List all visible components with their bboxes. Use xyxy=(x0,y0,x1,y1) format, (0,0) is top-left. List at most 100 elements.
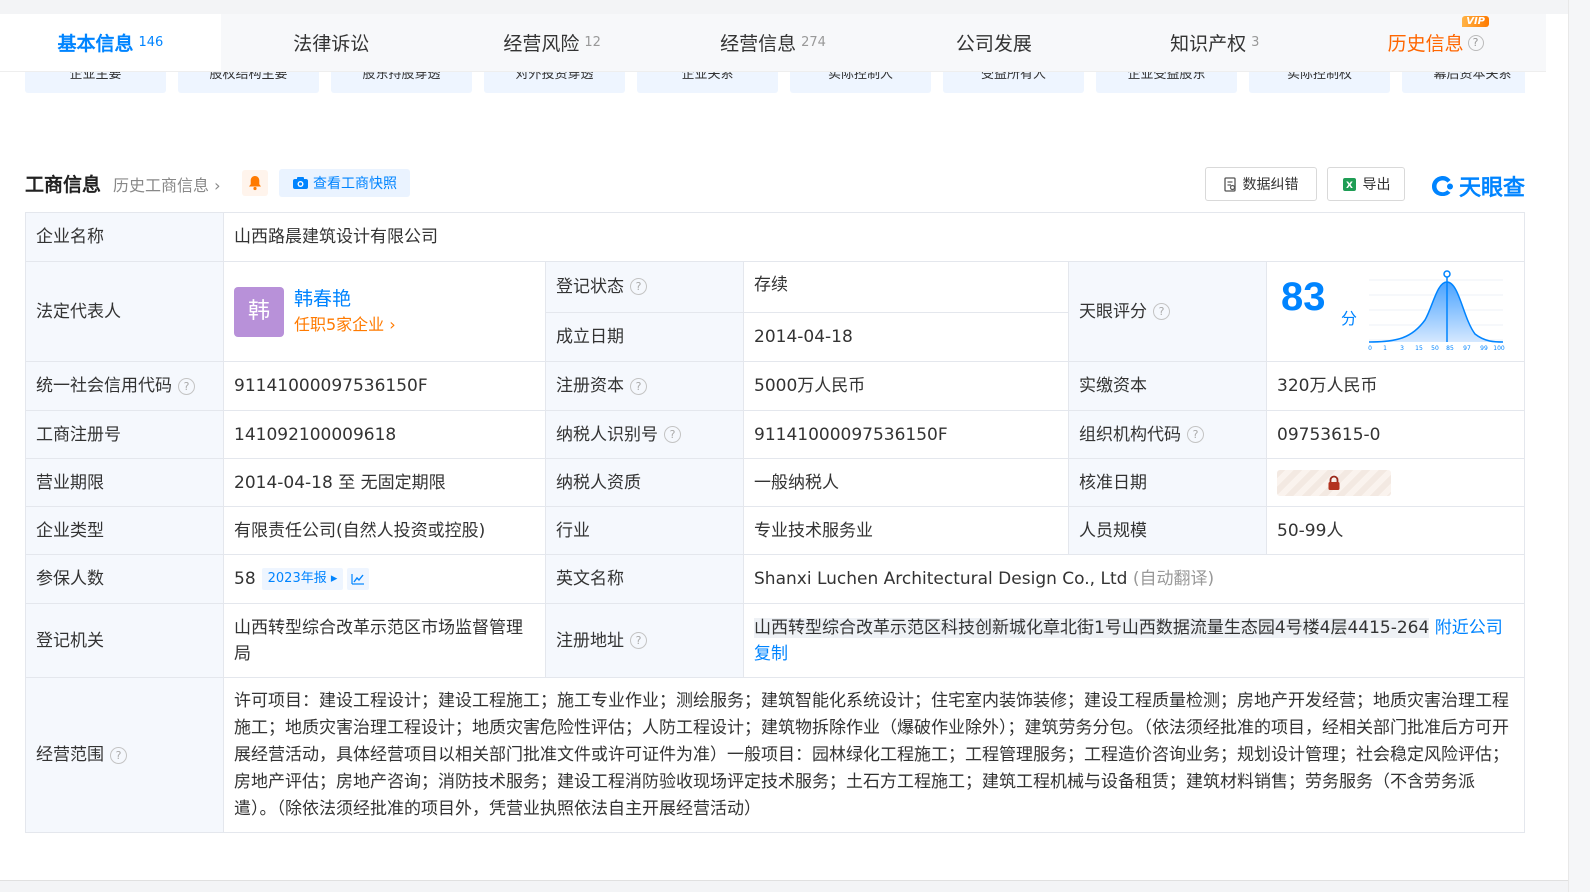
copy-link[interactable]: 复制 xyxy=(754,644,788,664)
insured-cell: 58 2023年报 ▸ xyxy=(223,554,546,604)
score-label-cell: 天眼评分? xyxy=(1068,261,1267,362)
tab-label: 历史信息 xyxy=(1387,33,1464,55)
tab-risk[interactable]: 经营风险 12 xyxy=(441,14,663,71)
org-code-label: 组织机构代码 xyxy=(1079,424,1181,445)
tab-history[interactable]: VIP 历史信息 ? xyxy=(1325,14,1547,71)
tab-label: 公司发展 xyxy=(955,33,1032,55)
tab-label: 法律诉讼 xyxy=(293,33,370,55)
scope-label: 经营范围 xyxy=(36,745,104,765)
tab-development[interactable]: 公司发展 xyxy=(883,14,1105,71)
legal-rep-label: 法定代表人 xyxy=(25,261,224,362)
tab-legal[interactable]: 法律诉讼 xyxy=(220,14,442,71)
help-icon[interactable]: ? xyxy=(1153,303,1170,320)
chart-tick: 3 xyxy=(1400,345,1404,352)
help-icon[interactable]: ? xyxy=(1467,34,1484,51)
locked-value[interactable] xyxy=(1277,469,1391,496)
table-row: 法定代表人 韩 韩春艳 任职5家企业 › 登记状态? 存续 天眼评分? 83 分 xyxy=(25,261,1525,362)
avatar[interactable]: 韩 xyxy=(234,286,284,337)
tab-count: 3 xyxy=(1251,35,1260,50)
chip[interactable]: 企业受益股东 xyxy=(1096,72,1237,93)
reg-no-value: 141092100009618 xyxy=(223,410,546,459)
chip[interactable]: 实际控制权 xyxy=(1249,72,1390,93)
authority-value: 山西转型综合改革示范区市场监督管理局 xyxy=(223,603,546,678)
industry-value: 专业技术服务业 xyxy=(743,506,1069,555)
legal-rep-name[interactable]: 韩春艳 xyxy=(294,286,396,312)
help-icon[interactable]: ? xyxy=(178,377,195,395)
export-label: 导出 xyxy=(1362,177,1391,193)
reg-capital-value: 5000万人民币 xyxy=(743,361,1069,411)
help-icon[interactable]: ? xyxy=(630,278,647,296)
address-cell: 山西转型综合改革示范区科技创新城化章北街1号山西数据流量生态园4号楼4层4415… xyxy=(743,603,1525,678)
table-row: 统一社会信用代码? 91141000097536150F 注册资本? 5000万… xyxy=(25,361,1525,411)
authority-label: 登记机关 xyxy=(25,603,224,678)
chip[interactable]: 实际控制人 xyxy=(790,72,931,93)
chip-label: 实际控制人 xyxy=(827,72,893,82)
est-date-value: 2014-04-18 xyxy=(743,311,1069,362)
chip[interactable]: 股东持股穿透 xyxy=(331,72,472,93)
tab-label: 经营风险 xyxy=(503,33,580,55)
top-strip xyxy=(0,0,1568,14)
address-label: 注册地址 xyxy=(556,630,624,651)
nearby-companies-link[interactable]: 附近公司 xyxy=(1435,618,1503,638)
tab-label: 经营信息 xyxy=(720,33,797,55)
term-label: 营业期限 xyxy=(25,458,224,507)
chip-label: 实际控制权 xyxy=(1286,72,1352,82)
taxpayer-qual-value: 一般纳税人 xyxy=(743,458,1069,507)
insured-label: 参保人数 xyxy=(25,554,224,604)
chip[interactable]: 对外投资穿透 xyxy=(484,72,625,93)
chart-tick: 1 xyxy=(1383,345,1387,352)
paid-capital-label: 实缴资本 xyxy=(1068,361,1267,411)
chip-label: 股东持股穿透 xyxy=(362,72,441,82)
annual-report-tag[interactable]: 2023年报 ▸ xyxy=(261,568,344,590)
trend-chart-icon[interactable] xyxy=(347,568,370,590)
address-value: 山西转型综合改革示范区科技创新城化章北街1号山西数据流量生态园4号楼4层4415… xyxy=(754,617,1430,638)
help-icon[interactable]: ? xyxy=(664,426,681,443)
chip[interactable]: 股权结构主要 xyxy=(178,72,319,93)
snapshot-label: 查看工商快照 xyxy=(313,176,397,192)
section-title: 工商信息 xyxy=(25,174,102,196)
chip[interactable]: 幕后资本关系 xyxy=(1402,72,1525,93)
chart-tick: 100 xyxy=(1493,345,1505,352)
reg-status-value: 存续 xyxy=(743,261,1069,313)
est-date-label: 成立日期 xyxy=(545,311,744,362)
tab-operation[interactable]: 经营信息 274 xyxy=(662,14,884,71)
help-icon[interactable]: ? xyxy=(630,632,647,649)
legal-rep-positions-link[interactable]: 任职5家企业 › xyxy=(294,312,396,338)
insured-value: 58 xyxy=(234,569,256,589)
reg-status-label-cell: 登记状态? xyxy=(545,261,744,313)
excel-icon: X xyxy=(1342,177,1356,191)
taxpayer-id-label-cell: 纳税人识别号? xyxy=(545,410,744,459)
org-code-value: 09753615-0 xyxy=(1266,410,1525,459)
correct-data-button[interactable]: 数据纠错 xyxy=(1205,167,1317,201)
correct-data-label: 数据纠错 xyxy=(1242,177,1299,193)
score-cell[interactable]: 83 分 0 1 3 15 50 85 97 99 100 xyxy=(1266,261,1525,362)
chip-label: 对外投资穿透 xyxy=(515,72,594,82)
org-code-label-cell: 组织机构代码? xyxy=(1068,410,1267,459)
history-link-label: 历史工商信息 xyxy=(113,176,210,195)
tab-basic-info[interactable]: 基本信息 146 xyxy=(0,14,221,71)
logo-icon xyxy=(1431,176,1453,196)
legal-rep-cell: 韩 韩春艳 任职5家企业 › xyxy=(223,261,546,362)
chip[interactable]: 受益所有人 xyxy=(943,72,1084,93)
snapshot-button[interactable]: 查看工商快照 xyxy=(279,169,410,197)
history-link[interactable]: 历史工商信息 › xyxy=(113,172,221,196)
export-button[interactable]: X 导出 xyxy=(1327,167,1405,201)
credit-code-label-cell: 统一社会信用代码? xyxy=(25,361,224,411)
chip[interactable]: 企业关系 xyxy=(637,72,778,93)
scrollbar-track[interactable] xyxy=(1568,0,1590,892)
staff-label: 人员规模 xyxy=(1068,506,1267,555)
reg-no-label: 工商注册号 xyxy=(25,410,224,459)
table-row: 登记机关 山西转型综合改革示范区市场监督管理局 注册地址? 山西转型综合改革示范… xyxy=(25,603,1525,678)
chip[interactable]: 企业主要 xyxy=(25,72,166,93)
table-row: 企业类型 有限责任公司(自然人投资或控股) 行业 专业技术服务业 人员规模 50… xyxy=(25,506,1525,555)
help-icon[interactable]: ? xyxy=(110,746,127,764)
help-icon[interactable]: ? xyxy=(630,377,647,395)
bell-icon[interactable] xyxy=(242,170,268,196)
help-icon[interactable]: ? xyxy=(1187,426,1204,443)
english-label: 英文名称 xyxy=(545,554,744,604)
tab-ip[interactable]: 知识产权 3 xyxy=(1104,14,1326,71)
chart-tick: 50 xyxy=(1431,345,1439,352)
taxpayer-id-label: 纳税人识别号 xyxy=(556,424,658,445)
chart-tick: 85 xyxy=(1446,345,1454,352)
paid-capital-value: 320万人民币 xyxy=(1266,361,1525,411)
